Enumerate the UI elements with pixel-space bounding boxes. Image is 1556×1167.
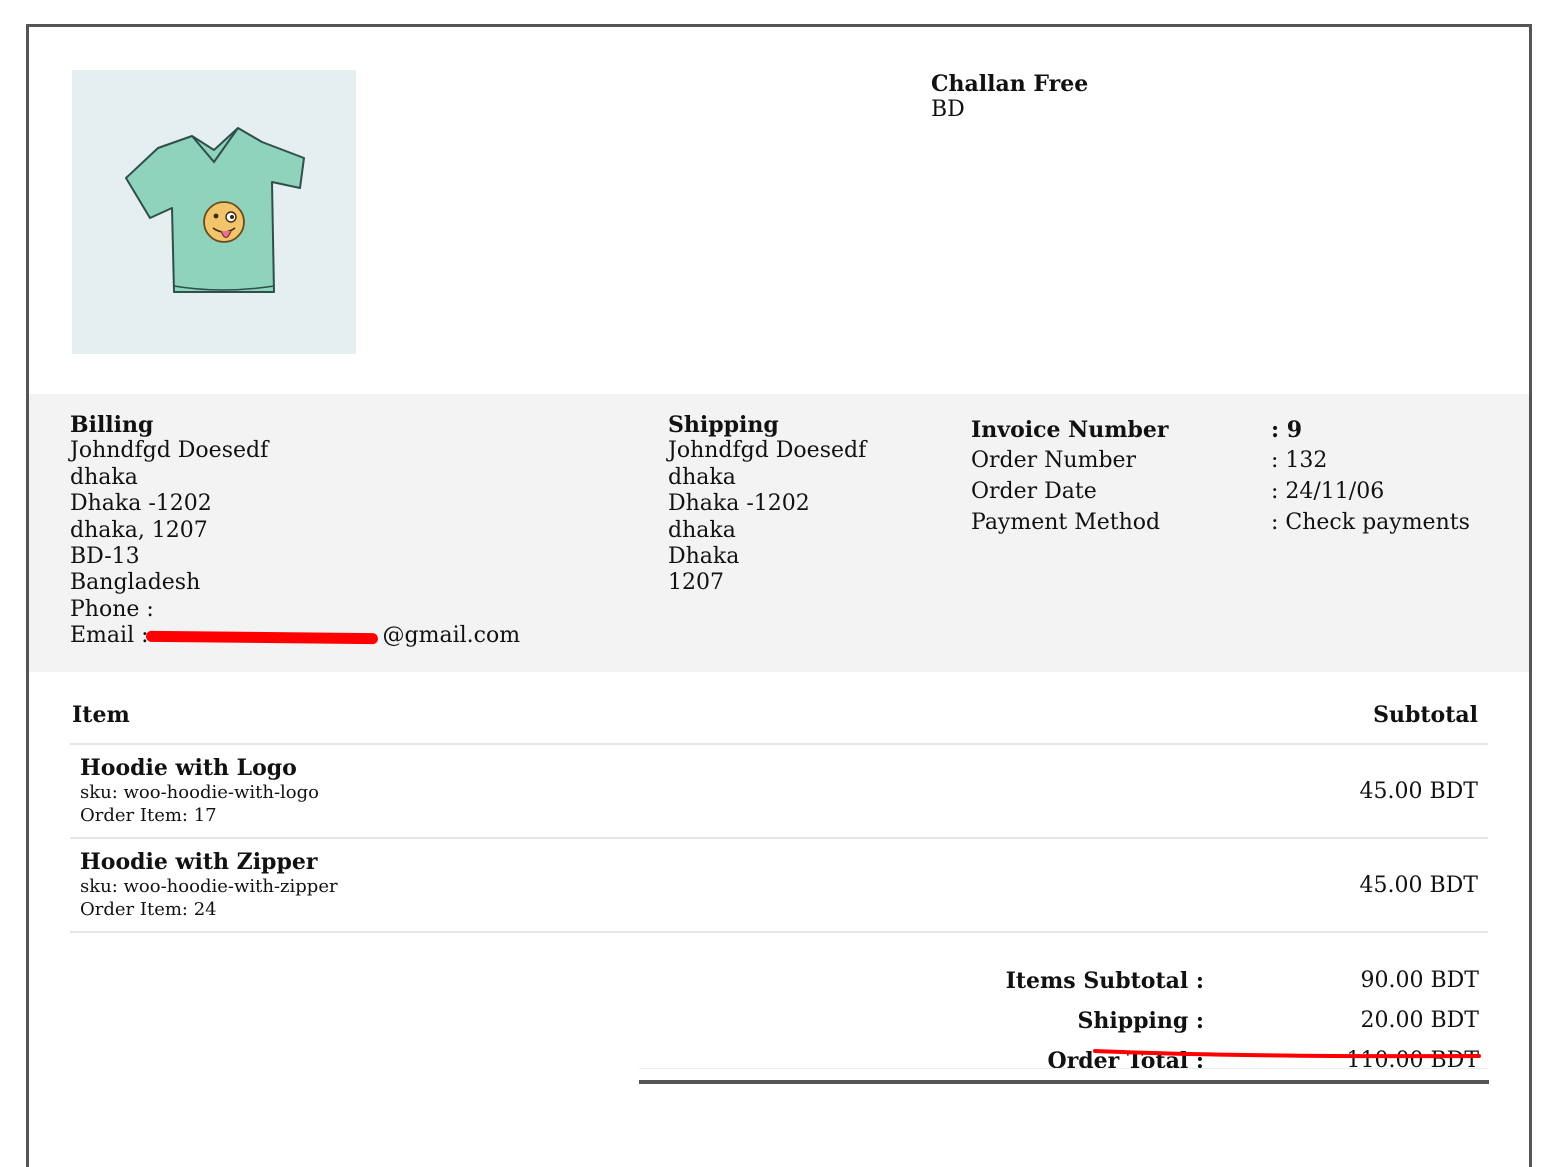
- shipping-line: Johndfgd Doesedf: [668, 438, 867, 464]
- invoice-page: Challan Free BD Billing Johndfgd Doesedf…: [26, 24, 1532, 1167]
- order-date-row: Order Date : 24/11/06: [971, 476, 1470, 507]
- billing-line: dhaka, 1207: [70, 517, 208, 543]
- billing-address: Billing Johndfgd Doesedf dhaka Dhaka -12…: [70, 412, 520, 650]
- shipping-heading: Shipping: [668, 412, 779, 438]
- col-item-header: Item: [72, 702, 130, 728]
- item-order-item: Order Item: 17: [80, 805, 217, 826]
- item-order-item: Order Item: 24: [80, 899, 217, 920]
- invoice-number-row: Invoice Number : 9: [971, 414, 1470, 445]
- order-date-label: Order Date: [971, 479, 1097, 504]
- item-title: Hoodie with Logo: [80, 755, 297, 781]
- shipping-line: Dhaka: [668, 544, 740, 570]
- tshirt-logo-icon: [125, 127, 305, 293]
- order-number-label: Order Number: [971, 448, 1137, 473]
- shipping-address: Shipping Johndfgd Doesedf dhaka Dhaka -1…: [668, 412, 866, 597]
- item-sku: sku: woo-hoodie-with-logo: [80, 782, 319, 803]
- invoice-number-label: Invoice Number: [971, 416, 1169, 443]
- item-info: Hoodie with Zipper sku: woo-hoodie-with-…: [80, 849, 338, 921]
- payment-method-label: Payment Method: [971, 510, 1161, 535]
- items-table: Item Subtotal Hoodie with Logo sku: woo-…: [70, 687, 1488, 933]
- annotation-underline: [1093, 1049, 1481, 1059]
- payment-method-row: Payment Method : Check payments: [971, 507, 1470, 538]
- item-info: Hoodie with Logo sku: woo-hoodie-with-lo…: [80, 755, 319, 827]
- items-subtotal-row: Items Subtotal : 90.00 BDT: [639, 962, 1489, 1002]
- shop-info: Challan Free BD: [931, 71, 1088, 123]
- totals-divider: [639, 1068, 1489, 1069]
- shipping-total-value: 20.00 BDT: [1360, 1008, 1479, 1033]
- shop-name: Challan Free: [931, 71, 1089, 97]
- shipping-line: dhaka: [668, 464, 736, 490]
- order-date-value: : 24/11/06: [1271, 479, 1385, 504]
- item-subtotal: 45.00 BDT: [1359, 778, 1478, 804]
- items-subtotal-value: 90.00 BDT: [1360, 968, 1479, 993]
- items-subtotal-label: Items Subtotal :: [1005, 968, 1204, 994]
- shipping-line: 1207: [668, 570, 724, 596]
- shop-country: BD: [931, 97, 965, 122]
- item-sku: sku: woo-hoodie-with-zipper: [80, 876, 338, 897]
- shop-logo: [72, 70, 356, 354]
- email-suffix: @gmail.com: [382, 623, 521, 649]
- billing-line: dhaka: [70, 464, 138, 490]
- items-table-header: Item Subtotal: [70, 687, 1488, 745]
- invoice-meta: Invoice Number : 9 Order Number : 132 Or…: [971, 414, 1470, 538]
- redaction-mark: [145, 631, 379, 645]
- col-subtotal-header: Subtotal: [1373, 702, 1478, 728]
- billing-line: Bangladesh: [70, 570, 201, 596]
- order-number-row: Order Number : 132: [971, 445, 1470, 476]
- shipping-total-label: Shipping :: [1077, 1008, 1204, 1034]
- totals-section: Items Subtotal : 90.00 BDT Shipping : 20…: [639, 962, 1489, 1084]
- billing-email: Email : @gmail.com: [70, 623, 520, 649]
- table-row: Hoodie with Logo sku: woo-hoodie-with-lo…: [70, 745, 1488, 839]
- invoice-number-value: : 9: [1271, 416, 1303, 443]
- billing-phone: Phone :: [70, 596, 154, 622]
- table-row: Hoodie with Zipper sku: woo-hoodie-with-…: [70, 839, 1488, 933]
- totals-rule: [639, 1080, 1489, 1084]
- shipping-total-row: Shipping : 20.00 BDT: [639, 1002, 1489, 1042]
- billing-line: BD-13: [70, 544, 140, 570]
- order-number-value: : 132: [1271, 448, 1328, 473]
- shipping-line: Dhaka -1202: [668, 491, 810, 517]
- payment-method-value: : Check payments: [1271, 510, 1470, 535]
- billing-line: Johndfgd Doesedf: [70, 438, 269, 464]
- shipping-line: dhaka: [668, 517, 736, 543]
- address-section: Billing Johndfgd Doesedf dhaka Dhaka -12…: [29, 394, 1529, 672]
- item-title: Hoodie with Zipper: [80, 849, 318, 875]
- billing-heading: Billing: [70, 412, 154, 438]
- email-label: Email :: [70, 623, 149, 649]
- billing-line: Dhaka -1202: [70, 491, 212, 517]
- item-subtotal: 45.00 BDT: [1359, 872, 1478, 898]
